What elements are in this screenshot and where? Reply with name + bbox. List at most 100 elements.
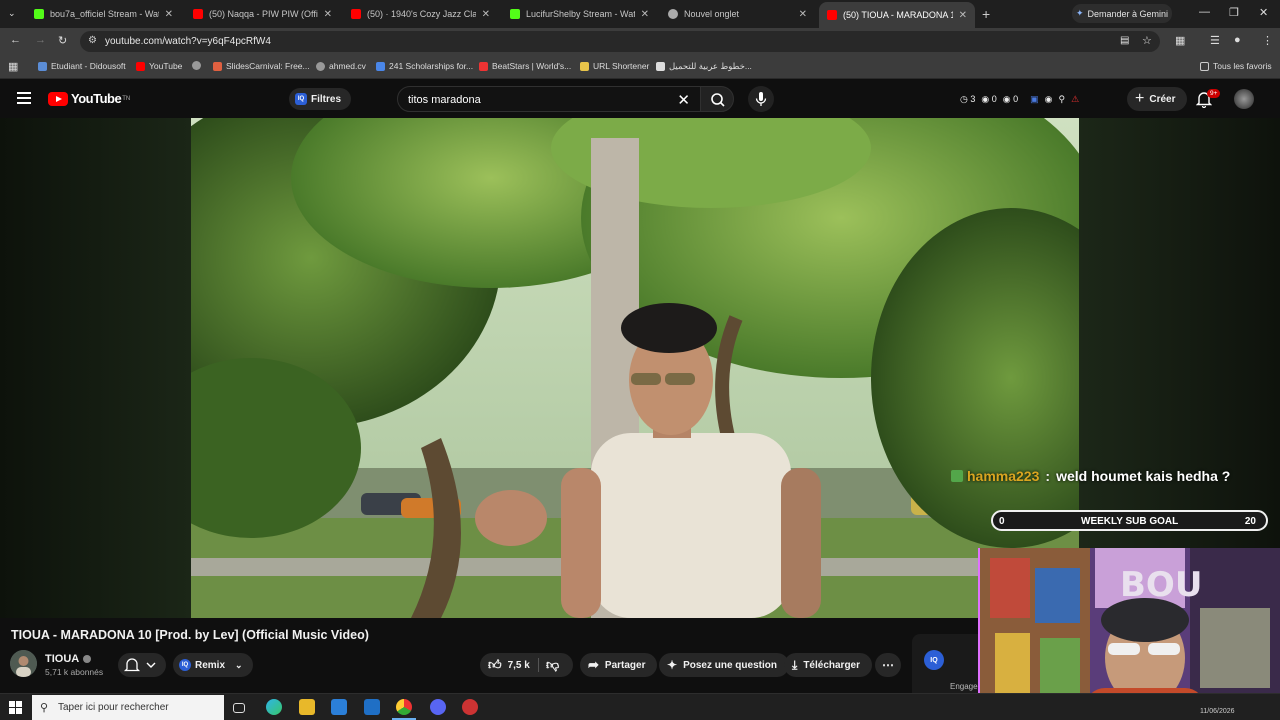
discord-icon[interactable] bbox=[430, 699, 446, 715]
bell-icon bbox=[123, 658, 156, 672]
like-dislike-group: 👍︎ 7,5 k 👎︎ bbox=[480, 653, 573, 677]
reload-icon[interactable]: ↻ bbox=[58, 34, 67, 47]
youtube-play-icon bbox=[48, 91, 68, 106]
windows-start-icon[interactable] bbox=[9, 701, 22, 714]
close-tab-icon[interactable]: ✕ bbox=[641, 9, 649, 20]
youtube-icon bbox=[136, 61, 145, 71]
media-control-icon[interactable]: ☰ bbox=[1210, 34, 1220, 47]
close-tab-icon[interactable]: ✕ bbox=[482, 9, 490, 20]
browser-tab-strip: ⌄ bou7a_officiel Stream - Watch Live ✕ (… bbox=[0, 0, 1280, 28]
bookmark-beatstars[interactable]: BeatStars | World's... bbox=[479, 61, 571, 71]
url-text[interactable]: youtube.com/watch?v=y6qF4pcRfW4 bbox=[105, 36, 271, 47]
bookmark-globe[interactable] bbox=[192, 61, 205, 70]
extension-badge-icon[interactable]: ▣ bbox=[1030, 94, 1039, 105]
like-button[interactable]: 👍︎ 7,5 k bbox=[488, 657, 530, 673]
outlook-icon[interactable] bbox=[364, 699, 380, 715]
file-explorer-icon[interactable] bbox=[299, 699, 315, 715]
tab-kick-lucifur[interactable]: LucifurShelby Stream - Watch Live ✕ bbox=[502, 4, 657, 24]
view-counter[interactable]: ◉ 0 bbox=[981, 94, 996, 105]
folder-icon bbox=[1200, 61, 1209, 71]
forward-icon[interactable]: → bbox=[35, 34, 46, 46]
share-icon: ➦ bbox=[588, 657, 599, 672]
search-button[interactable] bbox=[700, 86, 734, 112]
edge-icon[interactable] bbox=[266, 699, 282, 715]
tab-youtube-tioua[interactable]: (50) TIOUA - MARADONA 10 [Prod. ✕ bbox=[819, 2, 975, 28]
bookmark-scholarships[interactable]: 241 Scholarships for... bbox=[376, 61, 473, 71]
download-icon: ⤓ bbox=[792, 657, 798, 672]
extension-badge-icon[interactable]: IQ bbox=[924, 650, 944, 670]
channel-avatar[interactable] bbox=[10, 650, 37, 677]
subscription-bell-button[interactable] bbox=[118, 653, 166, 677]
create-button[interactable]: + Créer bbox=[1127, 87, 1188, 111]
eye-counter[interactable]: ◉ 0 bbox=[1003, 94, 1018, 105]
extensions-icon[interactable]: ▦ bbox=[1175, 34, 1185, 47]
more-icon: ⋯ bbox=[882, 658, 894, 672]
voice-search-button[interactable] bbox=[748, 86, 774, 112]
address-bar[interactable]: ⚙ youtube.com/watch?v=y6qF4pcRfW4 ▤ ☆ bbox=[80, 31, 1160, 52]
close-window-icon[interactable]: ✕ bbox=[1259, 6, 1268, 19]
new-tab-button[interactable]: + bbox=[982, 6, 990, 22]
dislike-button[interactable]: 👎︎ bbox=[546, 657, 559, 673]
tab-new-tab[interactable]: Nouvel onglet ✕ bbox=[660, 4, 815, 24]
gemini-icon: ✦ bbox=[1075, 8, 1084, 18]
share-button[interactable]: ➦ Partager bbox=[580, 653, 658, 677]
close-tab-icon[interactable]: ✕ bbox=[799, 9, 807, 20]
filters-button[interactable]: IQ Filtres bbox=[289, 88, 352, 110]
close-tab-icon[interactable]: ✕ bbox=[165, 9, 173, 20]
profile-icon[interactable]: ● bbox=[1234, 34, 1241, 46]
tab-search-dropdown-icon[interactable]: ⌄ bbox=[8, 8, 16, 19]
bookmark-url-shortener[interactable]: URL Shortener bbox=[580, 61, 649, 71]
back-icon[interactable]: ← bbox=[10, 34, 21, 46]
bookmark-ahmed-cv[interactable]: ahmed.cv bbox=[316, 61, 366, 71]
bookmark-youtube[interactable]: YouTube bbox=[136, 61, 182, 71]
site-info-icon[interactable]: ⚙ bbox=[88, 35, 97, 46]
clock-counter[interactable]: ◷ 3 bbox=[960, 94, 975, 105]
store-icon[interactable] bbox=[331, 699, 347, 715]
ask-gemini-button[interactable]: ✦ Demander à Gemini bbox=[1072, 4, 1172, 23]
close-tab-icon[interactable]: ✕ bbox=[324, 9, 332, 20]
bookmark-star-icon[interactable]: ☆ bbox=[1142, 34, 1152, 47]
hamburger-menu-icon[interactable] bbox=[17, 92, 31, 104]
search-icon: ⚲ bbox=[40, 702, 49, 714]
ambient-left bbox=[0, 118, 191, 618]
remix-button[interactable]: IQ Remix ⌄ bbox=[173, 653, 253, 677]
bookmarks-bar: ▦ Etudiant - Didousoft YouTube SlidesCar… bbox=[0, 55, 1280, 79]
chevron-down-icon: ⌄ bbox=[235, 659, 243, 670]
eye-off-icon[interactable]: ◉ bbox=[1045, 94, 1053, 105]
extension-badge-icon: IQ bbox=[179, 659, 191, 671]
download-button[interactable]: ⤓ Télécharger bbox=[784, 653, 873, 677]
chat-separator: : bbox=[1045, 468, 1051, 484]
thumbs-down-icon: 👎︎ bbox=[546, 657, 560, 672]
all-bookmarks-folder[interactable]: Tous les favoris bbox=[1200, 61, 1272, 71]
account-avatar[interactable] bbox=[1234, 89, 1254, 109]
minimize-icon[interactable]: — bbox=[1199, 6, 1210, 18]
close-tab-icon[interactable]: ✕ bbox=[959, 10, 967, 21]
clear-search-icon[interactable]: ✕ bbox=[677, 91, 690, 109]
youtube-logo[interactable]: YouTube TN bbox=[48, 91, 130, 106]
tab-kick-bou7a[interactable]: bou7a_officiel Stream - Watch Live ✕ bbox=[26, 4, 181, 24]
apps-icon[interactable]: ▦ bbox=[8, 60, 18, 73]
app-icon[interactable] bbox=[462, 699, 478, 715]
task-view-icon[interactable] bbox=[233, 703, 245, 713]
chrome-icon[interactable] bbox=[396, 699, 412, 715]
folder-icon bbox=[580, 61, 589, 71]
restore-icon[interactable]: ❐ bbox=[1229, 6, 1239, 19]
tab-youtube-naqqa[interactable]: (50) Naqqa - PIW PIW (Official Music ✕ bbox=[185, 4, 340, 24]
trophy-icon[interactable]: ⚲ bbox=[1059, 94, 1066, 105]
stream-chat-message: hamma223 : weld houmet kais hedha ? bbox=[951, 468, 1230, 484]
bookmark-etudiant[interactable]: Etudiant - Didousoft bbox=[38, 61, 126, 71]
alert-icon[interactable]: ⚠ bbox=[1071, 94, 1079, 105]
channel-name[interactable]: TIOUA bbox=[45, 653, 92, 665]
video-title: TIOUA - MARADONA 10 [Prod. by Lev] (Offi… bbox=[11, 628, 369, 642]
search-input[interactable]: titos maradona ✕ bbox=[397, 86, 701, 112]
ask-question-button[interactable]: ✦ Posez une question bbox=[659, 653, 789, 677]
tab-youtube-jazz[interactable]: (50) · 1940's Cozy Jazz Classics ✕ bbox=[343, 4, 498, 24]
chrome-menu-icon[interactable]: ⋮ bbox=[1262, 34, 1273, 47]
more-actions-button[interactable]: ⋯ bbox=[875, 653, 901, 677]
bookmark-arabic-fonts[interactable]: خطوط عربية للتحميل... bbox=[656, 61, 752, 72]
chat-username: hamma223 bbox=[967, 468, 1040, 484]
bookmark-slidescarnival[interactable]: SlidesCarnival: Free... bbox=[213, 61, 310, 71]
taskbar-search-input[interactable]: ⚲ Taper ici pour rechercher bbox=[32, 695, 224, 720]
video-player[interactable] bbox=[191, 118, 1079, 618]
cast-icon[interactable]: ▤ bbox=[1120, 35, 1129, 46]
